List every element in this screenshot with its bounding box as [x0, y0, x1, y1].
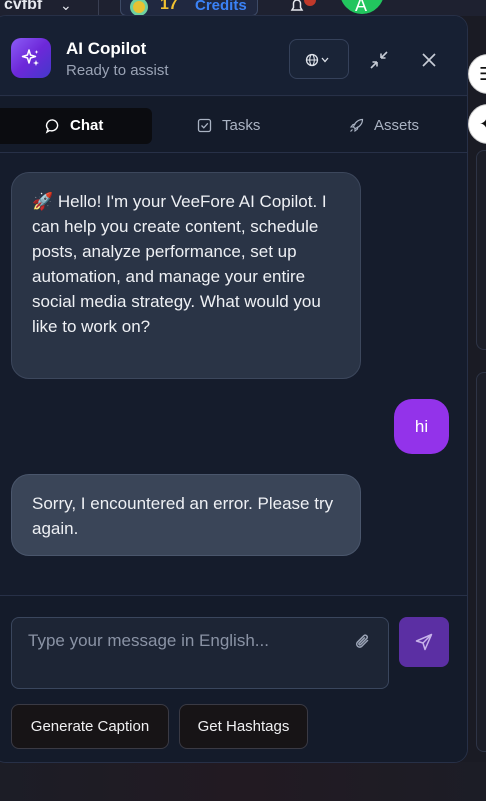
credits-count: 17 [160, 0, 178, 13]
assistant-message: 🚀 Hello! I'm your VeeFore AI Copilot. I … [11, 172, 361, 379]
chevron-down-icon[interactable]: ⌄ [60, 0, 72, 14]
rocket-icon [349, 118, 364, 133]
sparkles-icon [21, 49, 39, 66]
copilot-tabs: Chat Tasks Assets [0, 97, 467, 153]
background-card [476, 372, 486, 752]
notification-dot [304, 0, 316, 6]
message-composer: Type your message in English... Generate… [0, 595, 467, 762]
get-hashtags-button[interactable]: Get Hashtags [179, 704, 308, 749]
send-icon [415, 633, 433, 651]
tab-tasks-label: Tasks [222, 117, 261, 134]
copilot-logo [11, 38, 51, 78]
credits-label: Credits [195, 0, 247, 14]
background-footer [0, 762, 486, 801]
sparkle-icon: ✦ [479, 114, 486, 135]
tab-chat-label: Chat [70, 117, 104, 134]
divider [98, 0, 99, 16]
minimize-icon[interactable] [365, 46, 393, 74]
assistant-error-message: Sorry, I encountered an error. Please tr… [11, 474, 361, 556]
app-topbar: cvfbf ⌄ 17 Credits A [0, 0, 486, 16]
send-button[interactable] [399, 617, 449, 667]
background-card [476, 150, 486, 350]
paperclip-icon[interactable] [353, 632, 373, 652]
copilot-title: AI Copilot [66, 39, 147, 58]
chat-bubble-icon [45, 119, 59, 134]
floating-sparkle-button[interactable]: ✦ [468, 104, 486, 144]
copilot-panel: AI Copilot Ready to assist Chat Tasks As… [0, 15, 468, 763]
avatar-letter: A [355, 0, 368, 15]
floating-action-button[interactable]: ☰ [468, 54, 486, 94]
copilot-status: Ready to assist [66, 62, 169, 79]
copilot-header: AI Copilot Ready to assist [0, 16, 467, 96]
tab-assets[interactable]: Assets [328, 108, 458, 144]
globe-icon [305, 53, 329, 67]
widget-icon: ☰ [479, 64, 486, 85]
tab-tasks[interactable]: Tasks [168, 108, 298, 144]
message-input-placeholder: Type your message in English... [28, 631, 269, 650]
bell-icon[interactable] [289, 0, 305, 14]
close-icon[interactable] [415, 46, 443, 74]
language-selector[interactable] [289, 39, 349, 79]
tab-assets-label: Assets [374, 117, 420, 134]
generate-caption-button[interactable]: Generate Caption [11, 704, 169, 749]
message-input[interactable]: Type your message in English... [11, 617, 389, 689]
tab-chat[interactable]: Chat [0, 108, 152, 144]
checkbox-icon [197, 118, 212, 133]
user-message: hi [394, 399, 449, 454]
workspace-name[interactable]: cvfbf [4, 0, 42, 14]
